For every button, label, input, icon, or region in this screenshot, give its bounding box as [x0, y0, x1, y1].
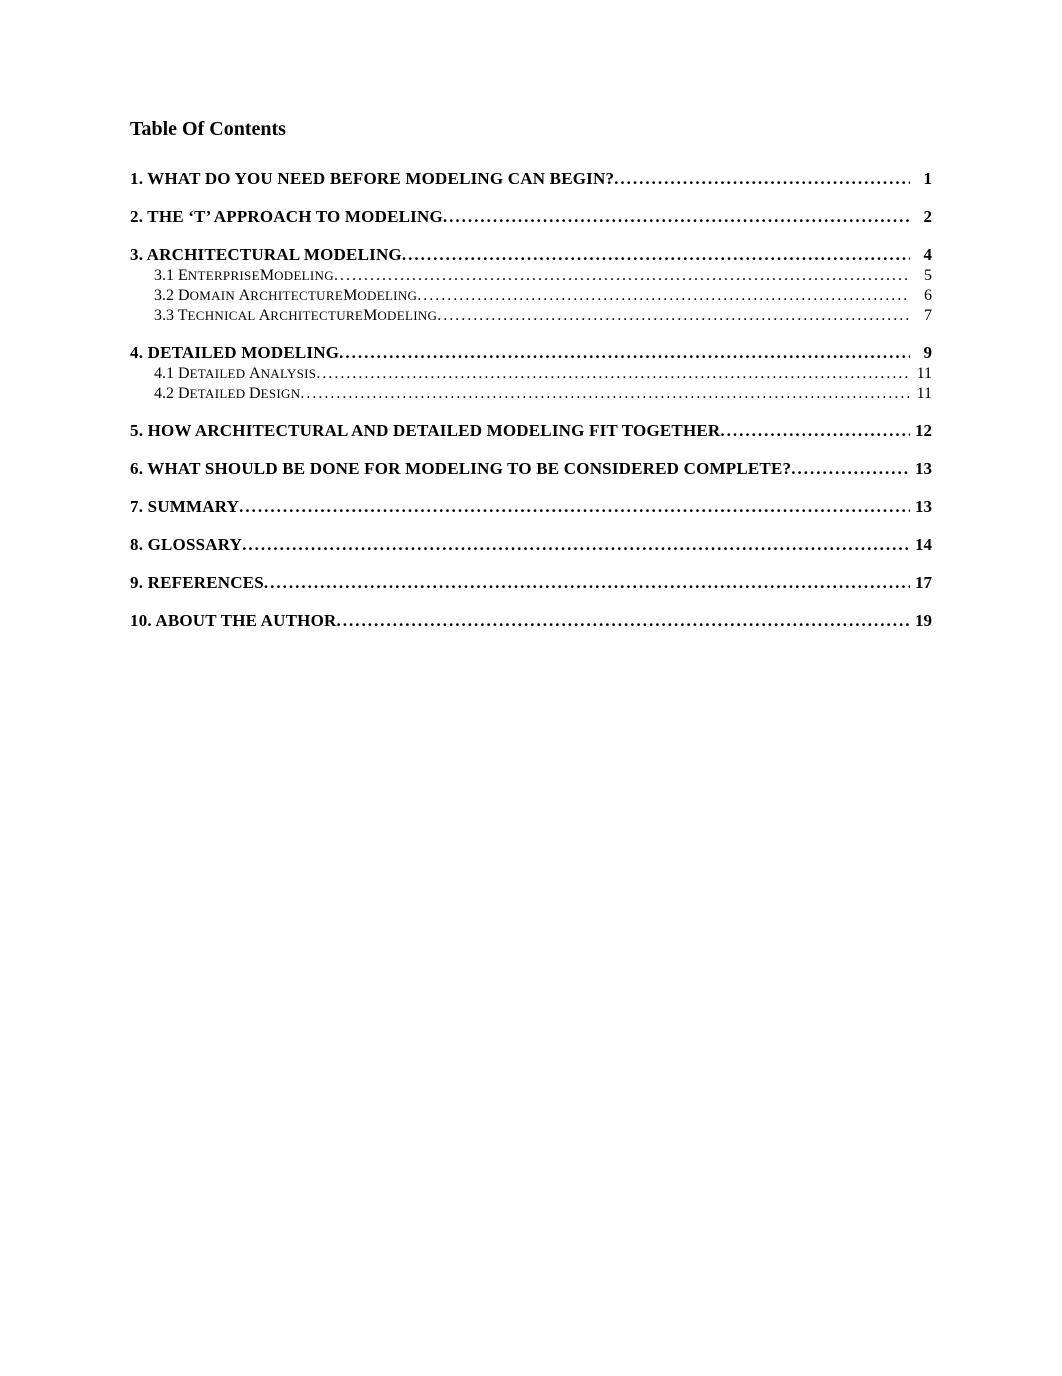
toc-entry-label: 4.1 DETAILED ANALYSIS — [154, 365, 316, 383]
toc-entry-page: 5 — [910, 267, 932, 285]
toc-entry-label: 10. ABOUT THE AUTHOR — [130, 611, 336, 631]
toc-entry-h1: 4. DETAILED MODELING....................… — [130, 343, 932, 363]
toc-entry-label: 1. WHAT DO YOU NEED BEFORE MODELING CAN … — [130, 169, 614, 189]
toc-entry-page: 7 — [910, 307, 932, 325]
toc-entry-page: 13 — [910, 497, 932, 517]
toc-entry-page: 11 — [910, 385, 932, 403]
toc-leader-dots: ........................................… — [264, 573, 910, 593]
toc-entry-label: 3. ARCHITECTURAL MODELING — [130, 245, 402, 265]
toc-entry-h1: 8. GLOSSARY.............................… — [130, 535, 932, 555]
toc-leader-dots: ........................................… — [720, 421, 910, 441]
toc-title: Table Of Contents — [130, 118, 932, 141]
toc-entry-page: 4 — [910, 245, 932, 265]
toc-entry-h2: 3.3 TECHNICAL ARCHITECTUREMODELING......… — [154, 307, 932, 325]
toc-leader-dots: ........................................… — [417, 287, 910, 305]
toc-entry-h2: 4.2 DETAILED DESIGN.....................… — [154, 385, 932, 403]
toc-entry-label: 3.3 TECHNICAL ARCHITECTUREMODELING — [154, 307, 437, 325]
toc-entry-page: 1 — [910, 169, 932, 189]
toc-leader-dots: ........................................… — [791, 459, 910, 479]
toc-entry-label: 2. THE ‘T’ APPROACH TO MODELING — [130, 207, 443, 227]
toc-entry-h1: 5. HOW ARCHITECTURAL AND DETAILED MODELI… — [130, 421, 932, 441]
toc-entry-label: 9. REFERENCES — [130, 573, 264, 593]
toc-entry-h1: 9. REFERENCES...........................… — [130, 573, 932, 593]
toc-leader-dots: ........................................… — [336, 611, 910, 631]
toc-entry-label: 7. SUMMARY — [130, 497, 239, 517]
toc-entry-label: 4.2 DETAILED DESIGN — [154, 385, 300, 403]
toc-entry-h1: 7. SUMMARY..............................… — [130, 497, 932, 517]
toc-entry-page: 9 — [910, 343, 932, 363]
toc-entry-page: 2 — [910, 207, 932, 227]
toc-entry-label: 3.2 DOMAIN ARCHITECTUREMODELING — [154, 287, 417, 305]
toc-entry-page: 12 — [910, 421, 932, 441]
toc-entry-label: 6. WHAT SHOULD BE DONE FOR MODELING TO B… — [130, 459, 791, 479]
toc-entry-page: 6 — [910, 287, 932, 305]
toc-entry-h1: 2. THE ‘T’ APPROACH TO MODELING.........… — [130, 207, 932, 227]
toc-leader-dots: ........................................… — [437, 307, 910, 325]
toc-list: 1. WHAT DO YOU NEED BEFORE MODELING CAN … — [130, 169, 932, 631]
toc-entry-h1: 6. WHAT SHOULD BE DONE FOR MODELING TO B… — [130, 459, 932, 479]
toc-leader-dots: ........................................… — [614, 169, 910, 189]
toc-leader-dots: ........................................… — [402, 245, 910, 265]
toc-entry-label: 8. GLOSSARY — [130, 535, 242, 555]
toc-entry-page: 13 — [910, 459, 932, 479]
toc-entry-h2: 3.1 ENTERPRISEMODELING..................… — [154, 267, 932, 285]
toc-entry-page: 14 — [910, 535, 932, 555]
toc-entry-page: 17 — [910, 573, 932, 593]
toc-entry-h1: 1. WHAT DO YOU NEED BEFORE MODELING CAN … — [130, 169, 932, 189]
toc-entry-h2: 3.2 DOMAIN ARCHITECTUREMODELING.........… — [154, 287, 932, 305]
toc-leader-dots: ........................................… — [443, 207, 910, 227]
toc-entry-h2: 4.1 DETAILED ANALYSIS...................… — [154, 365, 932, 383]
toc-entry-label: 3.1 ENTERPRISEMODELING — [154, 267, 334, 285]
toc-leader-dots: ........................................… — [339, 343, 910, 363]
toc-entry-h1: 10. ABOUT THE AUTHOR....................… — [130, 611, 932, 631]
toc-leader-dots: ........................................… — [316, 365, 910, 383]
toc-leader-dots: ........................................… — [242, 535, 910, 555]
toc-leader-dots: ........................................… — [334, 267, 910, 285]
toc-leader-dots: ........................................… — [300, 385, 910, 403]
toc-leader-dots: ........................................… — [239, 497, 910, 517]
toc-entry-page: 11 — [910, 365, 932, 383]
toc-entry-label: 4. DETAILED MODELING — [130, 343, 339, 363]
toc-entry-h1: 3. ARCHITECTURAL MODELING...............… — [130, 245, 932, 265]
toc-entry-label: 5. HOW ARCHITECTURAL AND DETAILED MODELI… — [130, 421, 720, 441]
toc-entry-page: 19 — [910, 611, 932, 631]
